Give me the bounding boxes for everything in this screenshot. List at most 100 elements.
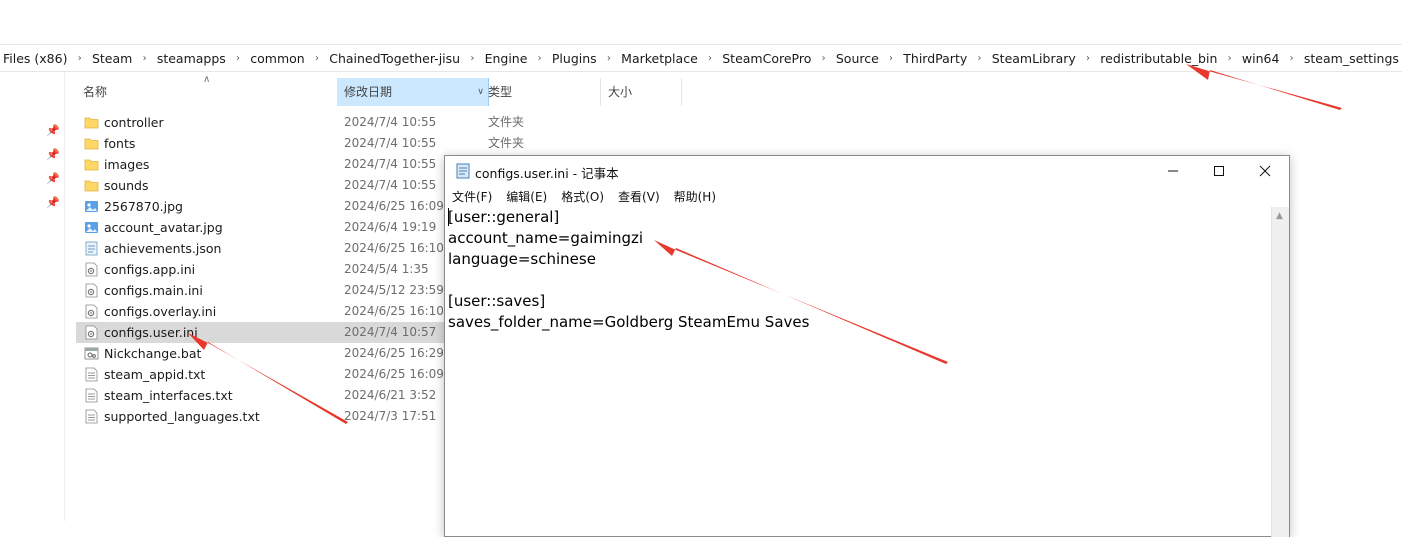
breadcrumb-item[interactable]: Plugins: [549, 51, 600, 66]
column-header-date[interactable]: 修改日期 ∨: [337, 78, 489, 106]
breadcrumb-item[interactable]: steam_settings: [1301, 51, 1402, 66]
text-caret: [448, 208, 449, 226]
file-row[interactable]: images 2024/7/4 10:55: [76, 154, 448, 175]
chevron-right-icon[interactable]: ›: [463, 53, 481, 64]
file-name: configs.main.ini: [104, 283, 203, 298]
column-divider[interactable]: [600, 78, 601, 106]
chevron-right-icon[interactable]: ›: [135, 53, 153, 64]
chevron-right-icon[interactable]: ›: [530, 53, 548, 64]
file-modified-date: 2024/6/25 16:29: [344, 346, 444, 360]
file-name: configs.user.ini: [104, 325, 198, 340]
file-modified-date: 2024/7/4 10:55: [344, 115, 437, 129]
file-row[interactable]: controller 2024/7/4 10:55 文件夹: [76, 112, 524, 133]
file-name: steam_appid.txt: [104, 367, 206, 382]
file-explorer: 📌 📌 📌 📌 ∧ 名称 修改日期 ∨ 类型 大小 controller 2024…: [0, 72, 682, 521]
column-header-type[interactable]: 类型: [488, 78, 598, 106]
chevron-right-icon[interactable]: ›: [1079, 53, 1097, 64]
file-row[interactable]: Nickchange.bat 2024/6/25 16:29: [76, 343, 448, 364]
pin-icon[interactable]: 📌: [46, 196, 60, 210]
image-file-icon: [84, 220, 99, 235]
breadcrumb-item[interactable]: steamapps: [154, 51, 229, 66]
column-header-date-label: 修改日期: [344, 85, 393, 99]
file-row[interactable]: achievements.json 2024/6/25 16:10: [76, 238, 448, 259]
file-modified-date: 2024/6/25 16:09: [344, 367, 444, 381]
file-modified-date: 2024/7/4 10:57: [344, 325, 437, 339]
file-modified-date: 2024/6/25 16:09: [344, 199, 444, 213]
file-row[interactable]: 2567870.jpg 2024/6/25 16:09: [76, 196, 448, 217]
breadcrumb-item[interactable]: Marketplace: [618, 51, 701, 66]
menu-item[interactable]: 帮助(H): [667, 188, 723, 205]
chevron-right-icon[interactable]: ›: [882, 53, 900, 64]
breadcrumb-item[interactable]: Source: [833, 51, 882, 66]
chevron-right-icon[interactable]: ›: [970, 53, 988, 64]
chevron-right-icon[interactable]: ›: [70, 53, 88, 64]
file-modified-date: 2024/7/4 10:55: [344, 178, 437, 192]
batch-file-icon: [84, 346, 99, 361]
file-row[interactable]: steam_appid.txt 2024/6/25 16:09: [76, 364, 448, 385]
chevron-right-icon[interactable]: ›: [814, 53, 832, 64]
notepad-title-bar[interactable]: configs.user.ini - 记事本: [445, 156, 1289, 186]
scroll-up-arrow-icon[interactable]: ▲: [1276, 211, 1283, 221]
column-header-size[interactable]: 大小: [608, 78, 678, 106]
file-row[interactable]: configs.user.ini 2024/7/4 10:57: [76, 322, 448, 343]
file-name: configs.app.ini: [104, 262, 196, 277]
notepad-text-area[interactable]: [user::general] account_name=gaimingzi l…: [448, 207, 1270, 537]
column-header-name[interactable]: 名称: [77, 78, 338, 106]
column-divider[interactable]: [681, 78, 682, 106]
pin-icon[interactable]: 📌: [46, 124, 60, 138]
menu-item[interactable]: 文件(F): [445, 188, 499, 205]
pin-icon[interactable]: 📌: [46, 148, 60, 162]
file-modified-date: 2024/5/4 1:35: [344, 262, 429, 276]
settings-file-icon: [84, 283, 99, 298]
menu-item[interactable]: 格式(O): [554, 188, 611, 205]
chevron-right-icon[interactable]: ›: [701, 53, 719, 64]
notepad-title: configs.user.ini - 记事本: [475, 166, 619, 181]
menu-item[interactable]: 查看(V): [611, 188, 667, 205]
file-row[interactable]: account_avatar.jpg 2024/6/4 19:19: [76, 217, 448, 238]
breadcrumb-item[interactable]: ChainedTogether-jisu: [326, 51, 463, 66]
file-modified-date: 2024/6/25 16:10: [344, 241, 444, 255]
notepad-app-icon: [456, 163, 470, 179]
file-row[interactable]: fonts 2024/7/4 10:55 文件夹: [76, 133, 524, 154]
file-name: Nickchange.bat: [104, 346, 202, 361]
file-row[interactable]: steam_interfaces.txt 2024/6/21 3:52: [76, 385, 448, 406]
close-icon: [1259, 165, 1271, 177]
file-modified-date: 2024/6/25 16:10: [344, 304, 444, 318]
chevron-right-icon[interactable]: ›: [600, 53, 618, 64]
breadcrumb-item[interactable]: ThirdParty: [900, 51, 970, 66]
chevron-right-icon[interactable]: ›: [1282, 53, 1300, 64]
vertical-scrollbar[interactable]: ▲: [1271, 207, 1289, 537]
breadcrumb-item[interactable]: redistributable_bin: [1097, 51, 1220, 66]
chevron-right-icon[interactable]: ›: [1220, 53, 1238, 64]
chevron-down-icon[interactable]: ∨: [477, 78, 484, 106]
breadcrumb-item[interactable]: SteamLibrary: [989, 51, 1079, 66]
folder-icon: [84, 136, 99, 151]
text-file-icon: [84, 409, 99, 424]
breadcrumb-item[interactable]: win64: [1239, 51, 1283, 66]
breadcrumb-item[interactable]: Files (x86): [0, 51, 70, 66]
breadcrumb-item[interactable]: common: [247, 51, 307, 66]
navigation-pane: 📌 📌 📌 📌: [0, 72, 65, 521]
file-name: configs.overlay.ini: [104, 304, 217, 319]
close-button[interactable]: [1242, 156, 1288, 186]
file-row[interactable]: configs.app.ini 2024/5/4 1:35: [76, 259, 448, 280]
breadcrumb-item[interactable]: Steam: [89, 51, 135, 66]
file-row[interactable]: configs.overlay.ini 2024/6/25 16:10: [76, 301, 448, 322]
file-row[interactable]: configs.main.ini 2024/5/12 23:59: [76, 280, 448, 301]
file-row[interactable]: sounds 2024/7/4 10:55: [76, 175, 448, 196]
breadcrumb-item[interactable]: SteamCorePro: [719, 51, 814, 66]
file-name: 2567870.jpg: [104, 199, 183, 214]
pin-icon[interactable]: 📌: [46, 172, 60, 186]
file-type: 文件夹: [488, 115, 525, 129]
maximize-button[interactable]: [1196, 156, 1242, 186]
chevron-right-icon[interactable]: ›: [308, 53, 326, 64]
file-row[interactable]: supported_languages.txt 2024/7/3 17:51: [76, 406, 448, 427]
breadcrumb: Files (x86) › Steam › steamapps › common › Chain…: [0, 45, 1402, 72]
breadcrumb-item[interactable]: Engine: [482, 51, 531, 66]
folder-icon: [84, 115, 99, 130]
menu-item[interactable]: 编辑(E): [499, 188, 554, 205]
file-modified-date: 2024/6/4 19:19: [344, 220, 437, 234]
minimize-button[interactable]: [1150, 156, 1196, 186]
chevron-right-icon[interactable]: ›: [229, 53, 247, 64]
notepad-window: configs.user.ini - 记事本 文件(F) 编辑(E) 格式(O) 查看…: [444, 155, 1290, 537]
